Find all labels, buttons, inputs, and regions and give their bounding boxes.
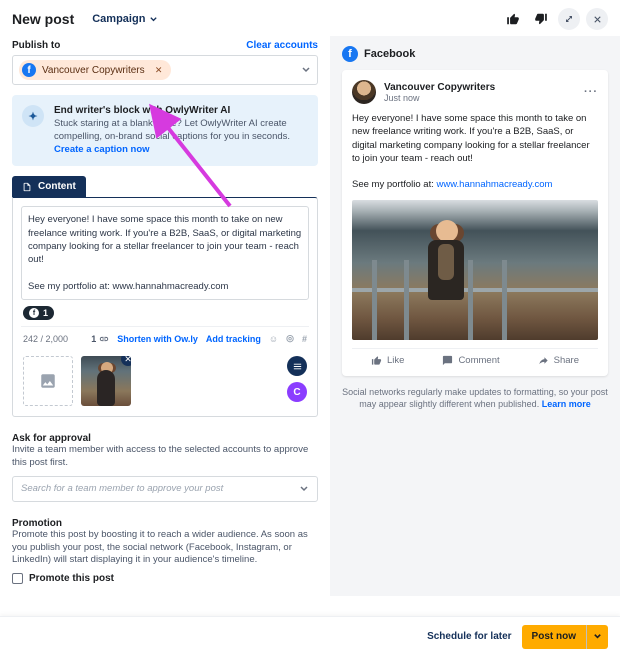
facebook-icon: f <box>342 46 358 62</box>
network-counter-pill: f 1 <box>23 306 54 320</box>
account-chip: f Vancouver Copywriters ✕ <box>19 60 171 80</box>
chevron-down-icon <box>593 632 602 641</box>
add-tracking-link[interactable]: Add tracking <box>206 334 261 344</box>
more-options-button[interactable]: ··· <box>584 86 598 98</box>
media-thumbnail[interactable]: ✕ <box>81 356 131 406</box>
char-count: 242 / 2,000 <box>23 334 68 344</box>
post-now-button[interactable]: Post now <box>522 625 586 649</box>
promotion-title: Promotion <box>12 518 318 529</box>
avatar <box>352 80 376 104</box>
promotion-desc: Promote this post by boosting it to reac… <box>12 529 318 567</box>
publish-to-label: Publish to <box>12 40 60 51</box>
close-button[interactable] <box>586 8 608 30</box>
minimize-button[interactable] <box>558 8 580 30</box>
like-button[interactable]: Like <box>371 355 404 366</box>
preview-url[interactable]: www.hannahmacready.com <box>436 179 552 190</box>
approval-title: Ask for approval <box>12 433 318 444</box>
campaign-dropdown[interactable]: Campaign <box>92 13 158 25</box>
comment-button[interactable]: Comment <box>442 355 499 366</box>
checkbox-icon <box>12 573 23 584</box>
poster-name: Vancouver Copywriters <box>384 82 495 93</box>
campaign-label: Campaign <box>92 13 145 25</box>
post-now-dropdown[interactable] <box>587 625 608 649</box>
thumbs-down-button[interactable] <box>530 8 552 30</box>
learn-more-link[interactable]: Learn more <box>542 399 591 409</box>
content-tab[interactable]: Content <box>12 176 86 197</box>
hashtag-icon[interactable]: # <box>302 334 307 344</box>
facebook-icon: f <box>22 63 36 77</box>
chevron-down-icon <box>149 15 158 24</box>
link-count: 1 <box>91 334 109 344</box>
emoji-icon[interactable]: ☺ <box>269 334 278 344</box>
document-icon <box>22 182 32 192</box>
ai-banner: ✦ End writer's block with OwlyWriter AI … <box>12 95 318 166</box>
chevron-down-icon <box>299 484 309 494</box>
location-icon[interactable]: ◎ <box>286 333 294 344</box>
create-caption-link[interactable]: Create a caption now <box>54 144 150 155</box>
schedule-button[interactable]: Schedule for later <box>427 631 511 642</box>
post-textarea[interactable]: Hey everyone! I have some space this mon… <box>21 206 309 300</box>
post-now-split-button: Post now <box>522 625 608 649</box>
canva-button[interactable]: C <box>287 382 307 402</box>
comment-icon <box>442 355 453 366</box>
portfolio-url: www.hannahmacready.com <box>112 281 228 292</box>
thumbs-up-button[interactable] <box>502 8 524 30</box>
like-icon <box>371 355 382 366</box>
account-name: Vancouver Copywriters <box>42 65 145 76</box>
preview-text: Hey everyone! I have some space this mon… <box>352 112 598 192</box>
poster-time: Just now <box>384 93 495 103</box>
sparkle-icon: ✦ <box>22 105 44 127</box>
approval-desc: Invite a team member with access to the … <box>12 444 318 470</box>
remove-media-button[interactable]: ✕ <box>121 356 131 366</box>
approval-search-input[interactable]: Search for a team member to approve your… <box>12 476 318 502</box>
add-media-button[interactable] <box>23 356 73 406</box>
preview-network-title: Facebook <box>364 48 415 60</box>
preview-disclaimer: Social networks regularly make updates t… <box>342 386 608 411</box>
preview-image <box>352 200 598 340</box>
ai-banner-title: End writer's block with OwlyWriter AI <box>54 105 308 116</box>
page-title: New post <box>12 11 74 27</box>
link-icon <box>99 334 109 344</box>
share-button[interactable]: Share <box>538 355 579 366</box>
share-icon <box>538 355 549 366</box>
image-icon <box>39 372 57 390</box>
account-select[interactable]: f Vancouver Copywriters ✕ <box>12 55 318 85</box>
chevron-down-icon <box>301 65 311 75</box>
shorten-link[interactable]: Shorten with Ow.ly <box>117 334 198 344</box>
media-library-button[interactable] <box>287 356 307 376</box>
facebook-preview-card: Vancouver Copywriters Just now ··· Hey e… <box>342 70 608 376</box>
remove-account-button[interactable]: ✕ <box>153 64 165 76</box>
clear-accounts-link[interactable]: Clear accounts <box>246 40 318 51</box>
ai-banner-body: Stuck staring at a blank page? Let OwlyW… <box>54 118 308 156</box>
promote-checkbox[interactable]: Promote this post <box>12 573 318 584</box>
